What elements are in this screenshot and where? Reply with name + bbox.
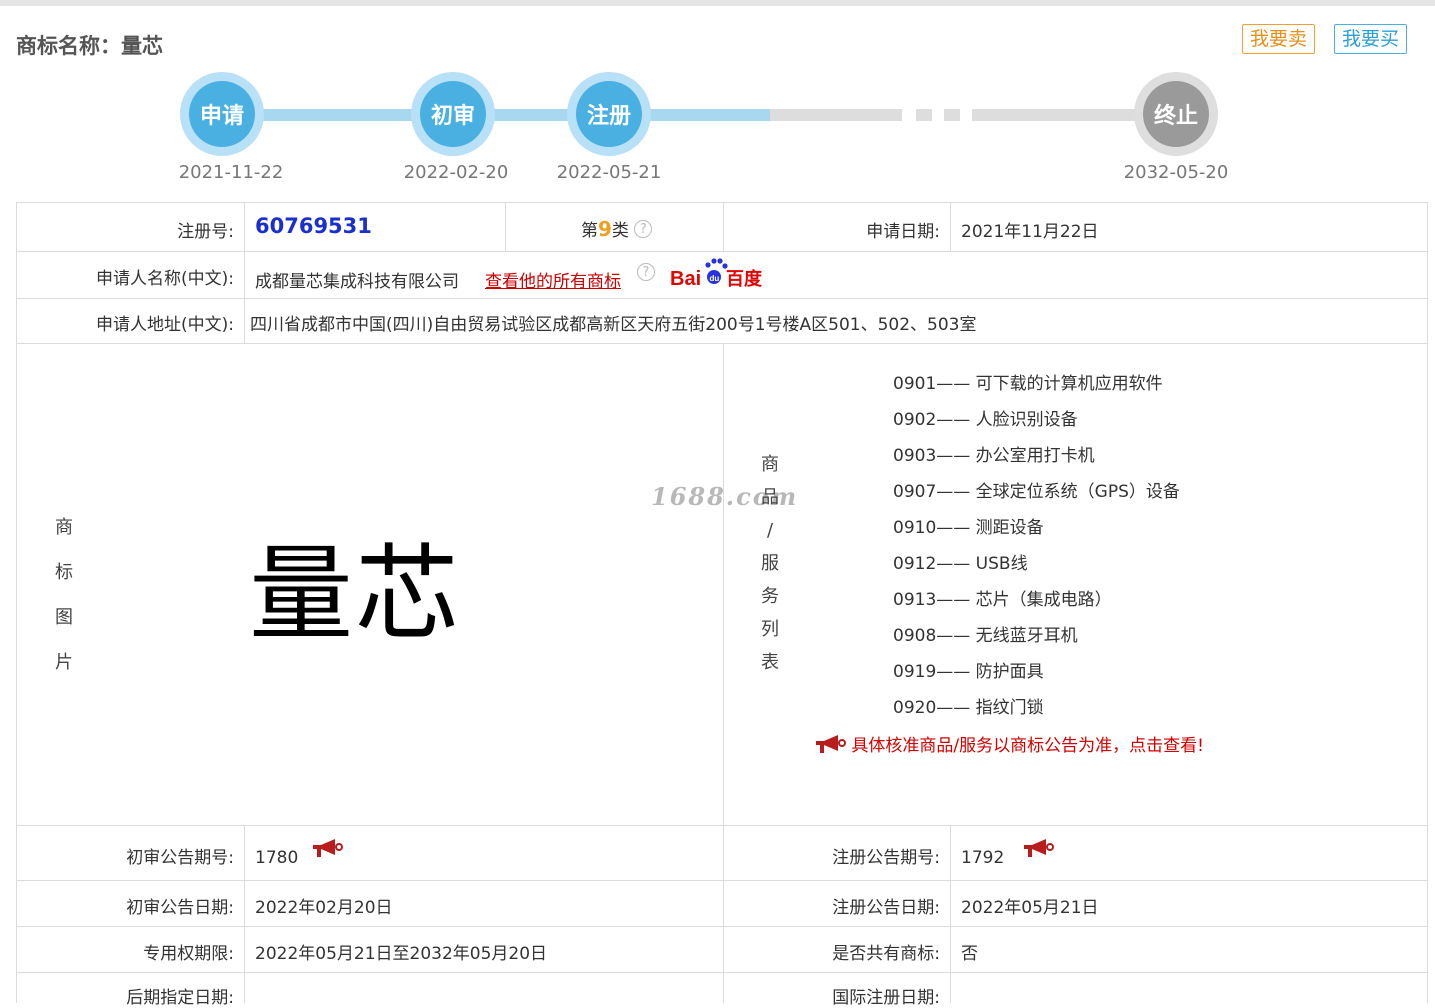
reg-notice-button[interactable] — [1022, 837, 1054, 864]
goods-item: 0912—— USB线 — [893, 554, 1028, 574]
address-label: 申请人地址(中文): — [96, 315, 234, 335]
address-value: 四川省成都市中国(四川)自由贸易试验区成都高新区天府五街200号1号楼A区501… — [250, 315, 977, 335]
timeline-step-label: 终止 — [1143, 81, 1209, 147]
row-divider — [17, 251, 1427, 252]
timeline-date: 2032-05-20 — [1123, 162, 1229, 183]
prelim-notice-button[interactable] — [311, 837, 343, 864]
shared-mark-label: 是否共有商标: — [832, 944, 940, 964]
class-prefix: 第 — [581, 221, 598, 241]
class-value: 9 — [598, 217, 612, 241]
prelim-date-value: 2022年02月20日 — [255, 898, 393, 918]
timeline-step-label: 申请 — [189, 81, 255, 147]
applicant-value: 成都量芯集成科技有限公司 — [255, 272, 459, 292]
later-date-label: 后期指定日期: — [126, 988, 234, 1008]
goods-list-label: 商品 / 服务列表 — [760, 448, 780, 679]
col-divider — [950, 825, 951, 1003]
goods-item: 0920—— 指纹门锁 — [893, 698, 1044, 718]
col-divider — [244, 825, 245, 1003]
timeline-step-label: 注册 — [576, 81, 642, 147]
svg-text:百度: 百度 — [726, 268, 763, 289]
top-border — [0, 0, 1435, 6]
intl-reg-date-label: 国际注册日期: — [832, 988, 940, 1008]
reg-no-value: 60769531 — [255, 214, 372, 238]
row-divider — [17, 972, 1427, 973]
megaphone-icon — [1024, 839, 1054, 857]
baidu-logo-icon: Bai du 百度 — [670, 258, 763, 290]
megaphone-icon — [816, 735, 846, 753]
reg-issue-value: 1792 — [961, 848, 1005, 868]
timeline-date: 2022-02-20 — [403, 162, 509, 183]
megaphone-icon — [313, 839, 343, 857]
reg-issue-label: 注册公告期号: — [832, 848, 940, 868]
row-divider — [17, 825, 1427, 826]
col-divider — [505, 203, 506, 251]
timeline-gap-dash — [916, 109, 932, 121]
timeline-remaining-bar — [770, 109, 902, 121]
timeline-step-label: 初审 — [420, 81, 486, 147]
mark-image-label: 商标图片 — [54, 505, 74, 685]
row-divider — [17, 880, 1427, 881]
goods-item: 0903—— 办公室用打卡机 — [893, 446, 1095, 466]
reg-date-label: 注册公告日期: — [832, 898, 940, 918]
goods-list-label-text: 商品 / 服务列表 — [761, 454, 779, 673]
row-divider — [17, 298, 1427, 299]
sell-button[interactable]: 我要卖 — [1242, 24, 1316, 54]
help-icon-wrap: ? — [637, 263, 655, 284]
trademark-image: 量芯 — [249, 533, 462, 655]
view-all-marks-link[interactable]: 查看他的所有商标 — [485, 267, 621, 292]
svg-text:du: du — [710, 274, 720, 283]
col-divider — [950, 203, 951, 251]
help-icon[interactable]: ? — [634, 220, 653, 238]
trademark-detail-table: 注册号: 60769531 第9类 ? 申请日期: 2021年11月22日 申请… — [16, 202, 1428, 1008]
timeline-step-register: 注册 — [567, 72, 651, 156]
goods-item: 0907—— 全球定位系统（GPS）设备 — [893, 482, 1180, 502]
reg-no-label: 注册号: — [177, 222, 234, 242]
timeline-progress-bar — [222, 109, 770, 121]
exclusive-period-label: 专用权期限: — [143, 944, 234, 964]
goods-item: 0908—— 无线蓝牙耳机 — [893, 626, 1078, 646]
prelim-issue-value: 1780 — [255, 848, 299, 868]
class-suffix: 类 — [611, 221, 629, 241]
goods-item: 0901—— 可下载的计算机应用软件 — [893, 374, 1163, 394]
applicant-label: 申请人名称(中文): — [96, 269, 234, 289]
goods-item: 0919—— 防护面具 — [893, 662, 1044, 682]
col-divider — [244, 203, 245, 343]
timeline-step-terminate: 终止 — [1134, 72, 1218, 156]
shared-mark-value: 否 — [961, 944, 978, 964]
apply-date-label: 申请日期: — [866, 222, 940, 242]
mark-image-label-text: 商标图片 — [55, 517, 73, 673]
goods-notice-text: 具体核准商品/服务以商标公告为准，点击查看! — [851, 736, 1204, 756]
row-divider — [17, 926, 1427, 927]
page-title: 商标名称：量芯 — [16, 34, 163, 58]
apply-date-value: 2021年11月22日 — [961, 222, 1099, 242]
prelim-date-label: 初审公告日期: — [126, 898, 234, 918]
timeline-date: 2021-11-22 — [178, 162, 284, 183]
exclusive-period-value: 2022年05月21日至2032年05月20日 — [255, 944, 548, 964]
timeline-step-prelim: 初审 — [411, 72, 495, 156]
reg-date-value: 2022年05月21日 — [961, 898, 1099, 918]
goods-item: 0913—— 芯片（集成电路） — [893, 590, 1112, 610]
timeline-step-apply: 申请 — [180, 72, 264, 156]
goods-item: 0910—— 测距设备 — [893, 518, 1044, 538]
buy-button[interactable]: 我要买 — [1334, 24, 1408, 54]
row-divider — [17, 343, 1427, 344]
goods-notice-link[interactable]: 具体核准商品/服务以商标公告为准，点击查看! — [814, 731, 1204, 756]
goods-item: 0902—— 人脸识别设备 — [893, 410, 1078, 430]
timeline-gap-dash — [944, 109, 960, 121]
class-number: 第9类 ? — [581, 216, 653, 241]
timeline-date: 2022-05-21 — [556, 162, 662, 183]
svg-text:Bai: Bai — [670, 268, 701, 289]
prelim-issue-label: 初审公告期号: — [126, 848, 234, 868]
baidu-search-link[interactable]: Bai du 百度 — [670, 255, 770, 294]
help-icon[interactable]: ? — [637, 263, 655, 281]
